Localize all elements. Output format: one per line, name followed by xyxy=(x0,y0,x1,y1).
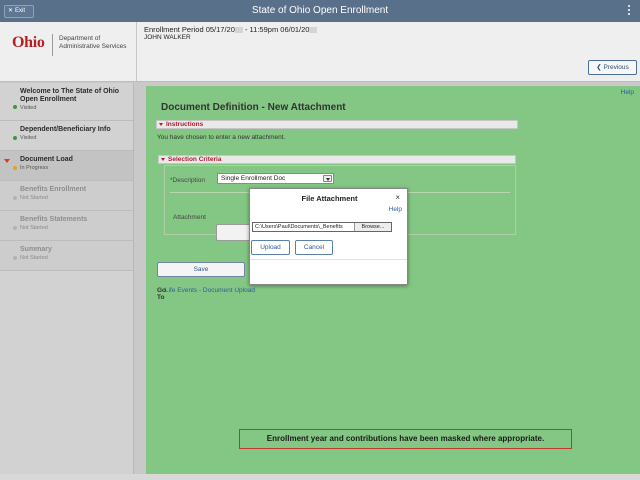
close-icon[interactable]: × xyxy=(395,193,400,202)
dialog-help-link[interactable]: Help xyxy=(389,206,402,213)
visited-status-icon xyxy=(13,136,17,140)
nav-item-status: In Progress xyxy=(20,165,49,171)
description-selected-value: Single Enrollment Doc xyxy=(221,175,286,182)
file-path-value: C:\Users\Paul\Documents\_Benefits xyxy=(255,224,343,230)
nav-item-title: Document Load xyxy=(20,156,73,163)
in-progress-status-icon xyxy=(13,166,17,170)
previous-button[interactable]: ❮ Previous xyxy=(588,60,637,75)
nav-item-status: Not Started xyxy=(20,195,48,201)
visited-status-icon xyxy=(13,105,17,109)
instructions-text: You have chosen to enter a new attachmen… xyxy=(157,134,286,141)
step-navigation: Welcome to The State of Ohio Open Enroll… xyxy=(0,83,134,480)
header-divider xyxy=(136,22,137,81)
nav-item-title: Dependent/Beneficiary Info xyxy=(20,126,111,133)
file-input[interactable]: C:\Users\Paul\Documents\_Benefits Browse… xyxy=(252,222,392,232)
nav-item-title: Benefits Enrollment xyxy=(20,186,87,193)
collapse-triangle-icon xyxy=(159,123,163,126)
not-started-status-icon xyxy=(13,196,17,200)
app-title: State of Ohio Open Enrollment xyxy=(251,5,389,16)
page-header: Ohio Department of Administrative Servic… xyxy=(0,22,640,82)
save-button[interactable]: Save xyxy=(157,262,245,277)
description-label: *Description xyxy=(170,177,206,184)
previous-label: Previous xyxy=(603,64,629,71)
nav-item-summary[interactable]: Summary Not Started xyxy=(0,241,133,271)
nav-item-status: Not Started xyxy=(20,225,48,231)
nav-item-status: Visited xyxy=(20,135,37,141)
nav-item-title: Summary xyxy=(20,246,52,253)
masked-year xyxy=(309,27,318,34)
cancel-button[interactable]: Cancel xyxy=(295,240,333,255)
selection-criteria-section-header[interactable]: Selection Criteria xyxy=(158,155,516,164)
dialog-divider xyxy=(250,259,407,260)
not-started-status-icon xyxy=(13,256,17,260)
nav-item-title: Welcome to The State of Ohio Open Enroll… xyxy=(20,88,120,103)
enrollment-period: Enrollment Period 05/17/20 - 11:59pm 06/… xyxy=(144,25,318,34)
chevron-down-icon xyxy=(323,175,332,182)
nav-item-dependent-beneficiary[interactable]: Dependent/Beneficiary Info Visited xyxy=(0,121,133,151)
logo-wordmark: Ohio xyxy=(12,34,45,51)
bottom-strip xyxy=(0,474,640,480)
file-attachment-dialog: File Attachment × Help C:\Users\Paul\Doc… xyxy=(249,188,408,285)
browse-button[interactable]: Browse... xyxy=(354,223,391,231)
dialog-title: File Attachment xyxy=(301,194,358,203)
nav-item-welcome[interactable]: Welcome to The State of Ohio Open Enroll… xyxy=(0,83,133,121)
logo-divider xyxy=(52,34,53,56)
chevron-left-icon: ❮ xyxy=(596,64,602,71)
attachment-label: Attachment xyxy=(173,214,206,221)
life-events-document-upload-link[interactable]: Life Events - Document Upload xyxy=(165,287,255,294)
nav-item-benefits-statements[interactable]: Benefits Statements Not Started xyxy=(0,211,133,241)
nav-item-status: Not Started xyxy=(20,255,48,261)
description-select[interactable]: Single Enrollment Doc xyxy=(217,173,334,184)
selection-criteria-header-label: Selection Criteria xyxy=(168,156,222,163)
title-bar: ✕ Exit State of Ohio Open Enrollment xyxy=(0,0,640,22)
instructions-section-header[interactable]: Instructions xyxy=(156,120,518,129)
not-started-status-icon xyxy=(13,226,17,230)
nav-item-document-load[interactable]: Document Load In Progress xyxy=(0,151,133,181)
nav-item-title: Benefits Statements xyxy=(20,216,88,223)
help-link[interactable]: Help xyxy=(621,89,634,96)
add-attachment-button[interactable] xyxy=(216,224,251,241)
enrollment-period-start: Enrollment Period 05/17/20 xyxy=(144,25,235,34)
instructions-header-label: Instructions xyxy=(166,121,204,128)
page-title: Document Definition - New Attachment xyxy=(161,102,346,113)
user-name: JOHN WALKER xyxy=(144,34,191,41)
enrollment-period-end: - 11:59pm 06/01/20 xyxy=(242,25,310,34)
masking-notice: Enrollment year and contributions have b… xyxy=(239,429,572,449)
nav-item-status: Visited xyxy=(20,105,37,111)
more-options-icon[interactable] xyxy=(627,4,631,18)
upload-button[interactable]: Upload xyxy=(251,240,290,255)
masked-year xyxy=(234,27,243,34)
current-step-icon xyxy=(4,159,10,163)
logo-dept-line2: Administrative Services xyxy=(59,43,127,50)
collapse-triangle-icon xyxy=(161,158,165,161)
nav-item-benefits-enrollment[interactable]: Benefits Enrollment Not Started xyxy=(0,181,133,211)
